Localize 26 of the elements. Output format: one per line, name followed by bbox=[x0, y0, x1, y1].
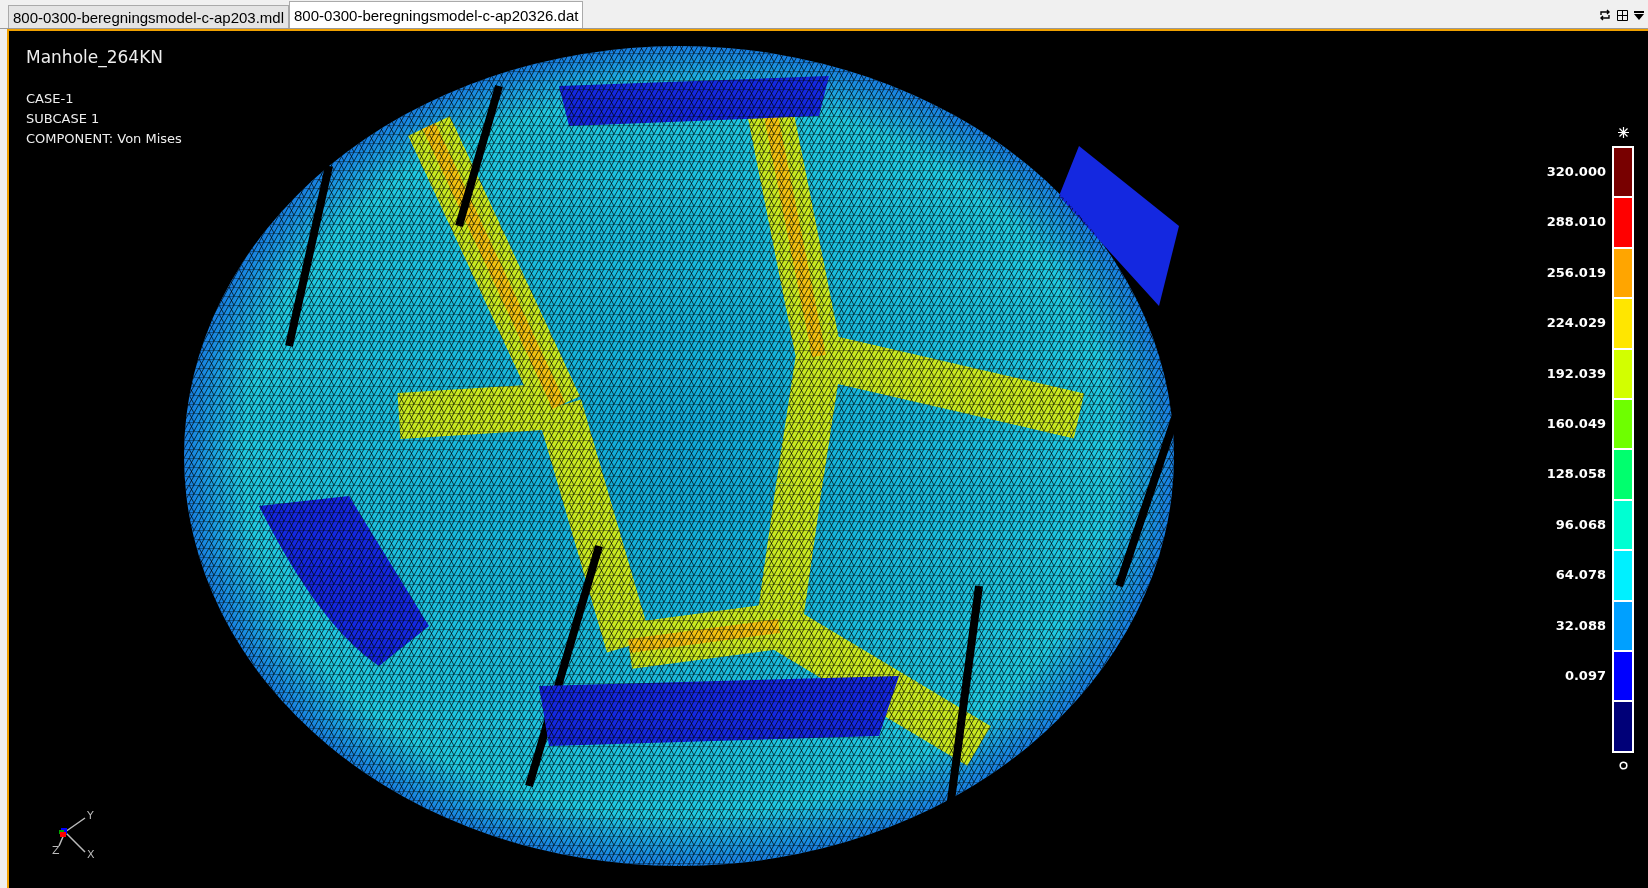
legend-value: 224.029 bbox=[1546, 316, 1606, 333]
result-info-text: SUBCASE 1 bbox=[26, 111, 101, 126]
result-info-text: COMPONENT: Von Mises bbox=[26, 131, 182, 146]
legend-value: 192.039 bbox=[1546, 366, 1606, 383]
legend-value: 64.078 bbox=[1554, 568, 1606, 585]
legend-value: 288.010 bbox=[1546, 215, 1606, 232]
z-axis-label: Z bbox=[52, 844, 60, 857]
legend-value: 256.019 bbox=[1546, 265, 1606, 282]
file-tab[interactable]: 800-0300-beregningsmodel-c-ap203.mdl bbox=[8, 5, 289, 28]
legend-value: 32.088 bbox=[1554, 618, 1606, 635]
result-info-text: CASE-1 bbox=[26, 91, 75, 106]
legend-value: 160.049 bbox=[1546, 416, 1606, 433]
circle-icon bbox=[1618, 760, 1628, 770]
legend-value: 320.000 bbox=[1546, 165, 1606, 181]
model-title: Manhole_264KN bbox=[26, 47, 164, 67]
x-axis-label: X bbox=[87, 848, 95, 861]
file-tab[interactable]: 800-0300-beregningsmodel-c-ap20326.dat bbox=[289, 1, 584, 28]
axis-triad-drawing bbox=[58, 817, 86, 853]
swap-icon[interactable] bbox=[1599, 9, 1611, 21]
dropdown-icon[interactable] bbox=[1634, 10, 1644, 20]
legend-value: 128.058 bbox=[1546, 467, 1606, 484]
y-axis-label: Y bbox=[87, 810, 94, 822]
grid-icon[interactable] bbox=[1617, 9, 1628, 21]
legend-value: 0.097 bbox=[1563, 668, 1606, 685]
asterisk-icon bbox=[1617, 127, 1629, 138]
legend-value: 96.068 bbox=[1554, 517, 1606, 534]
